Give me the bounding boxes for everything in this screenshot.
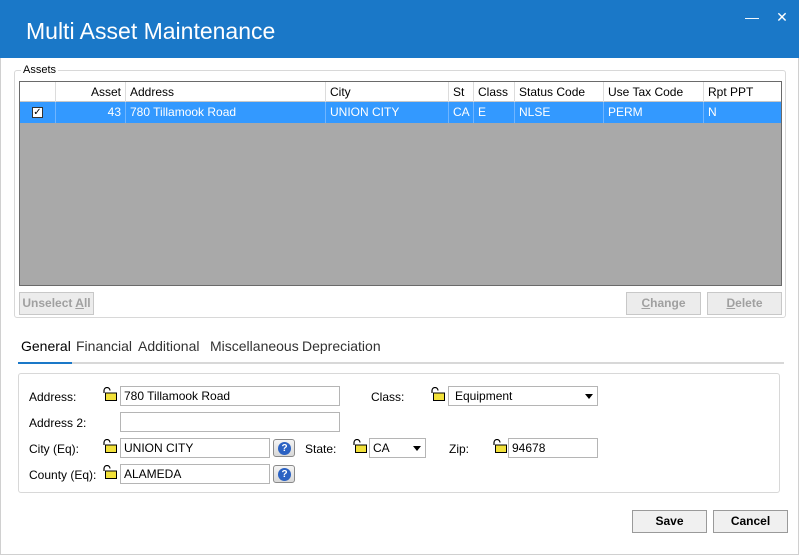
city-label: City (Eq):	[29, 442, 80, 456]
delete-button[interactable]: Delete	[707, 292, 782, 315]
unselect-all-label-accel: A	[75, 296, 84, 310]
cancel-button[interactable]: Cancel	[713, 510, 788, 533]
assets-grid[interactable]: Asset Address City St Class Status Code …	[19, 81, 782, 286]
lock-icon[interactable]	[351, 439, 367, 453]
class-select[interactable]: Equipment	[448, 386, 598, 406]
help-icon: ?	[278, 442, 291, 455]
county-input[interactable]: ALAMEDA	[120, 464, 270, 484]
lock-icon[interactable]	[491, 439, 507, 453]
state-select[interactable]: CA	[369, 438, 426, 458]
column-header-class[interactable]: Class	[474, 82, 515, 102]
zip-label: Zip:	[449, 442, 470, 456]
tab-miscellaneous[interactable]: Miscellaneous	[210, 338, 299, 354]
unselect-all-label-prefix: Unselect	[22, 296, 76, 310]
chevron-down-icon	[585, 394, 593, 399]
change-button[interactable]: Change	[626, 292, 701, 315]
address-label: Address:	[29, 390, 77, 404]
tab-strip: General Financial Additional Miscellaneo…	[18, 336, 784, 364]
cell-rpt-ppt: N	[708, 105, 717, 119]
column-header-asset[interactable]: Asset	[56, 82, 126, 102]
column-header-st[interactable]: St	[449, 82, 474, 102]
column-header-address[interactable]: Address	[126, 82, 326, 102]
help-icon: ?	[278, 468, 291, 481]
zip-input[interactable]: 94678	[508, 438, 598, 458]
cell-asset: 43	[56, 102, 126, 123]
county-label: County (Eq):	[29, 468, 97, 482]
chevron-down-icon	[413, 446, 421, 451]
county-help-button[interactable]: ?	[273, 465, 295, 483]
tab-general[interactable]: General	[21, 338, 71, 354]
cell-st: CA	[449, 102, 474, 123]
address2-label: Address 2:	[29, 416, 87, 430]
column-header-rpt-ppt[interactable]: Rpt PPT	[704, 82, 781, 102]
minimize-button[interactable]: —	[742, 8, 762, 26]
column-header-select[interactable]	[20, 82, 56, 102]
window-body: Assets Asset Address City St Class Statu…	[0, 58, 799, 555]
window-title: Multi Asset Maintenance	[26, 18, 276, 44]
tab-financial[interactable]: Financial	[76, 338, 132, 354]
row-select-cell: ✓	[20, 102, 56, 123]
unselect-all-label-suffix: ll	[83, 296, 91, 310]
unselect-all-button[interactable]: Unselect All	[19, 292, 94, 315]
state-select-value: CA	[373, 441, 390, 455]
change-label-accel: C	[641, 296, 651, 310]
grid-header: Asset Address City St Class Status Code …	[20, 82, 781, 102]
tab-additional[interactable]: Additional	[138, 338, 200, 354]
lock-icon[interactable]	[101, 465, 117, 479]
cell-address: 780 Tillamook Road	[126, 102, 326, 123]
close-button[interactable]: ✕	[772, 8, 792, 26]
column-header-status-code[interactable]: Status Code	[515, 82, 604, 102]
lock-icon[interactable]	[101, 439, 117, 453]
lock-icon[interactable]	[101, 387, 117, 401]
row-checkbox[interactable]: ✓	[32, 107, 43, 118]
column-header-asset-label: Asset	[90, 85, 121, 99]
general-panel: Address: 780 Tillamook Road Class: Equip…	[18, 373, 780, 493]
change-label-suffix: hange	[650, 296, 686, 310]
cell-class: E	[474, 102, 515, 123]
city-help-button[interactable]: ?	[273, 439, 295, 457]
assets-group-label: Assets	[21, 64, 59, 76]
class-label: Class:	[371, 390, 405, 404]
address-input[interactable]: 780 Tillamook Road	[120, 386, 340, 406]
assets-group: Assets Asset Address City St Class Statu…	[14, 64, 786, 318]
city-input[interactable]: UNION CITY	[120, 438, 270, 458]
delete-label-accel: D	[726, 296, 736, 310]
cell-use-tax-code: PERM	[604, 102, 704, 123]
cell-status-code: NLSE	[515, 102, 604, 123]
table-row[interactable]: ✓ 43 780 Tillamook Road UNION CITY CA E …	[20, 102, 781, 123]
title-bar: Multi Asset Maintenance — ✕	[0, 0, 799, 58]
class-select-value: Equipment	[455, 389, 513, 403]
column-header-city[interactable]: City	[326, 82, 449, 102]
lock-icon[interactable]	[429, 387, 445, 401]
cell-city: UNION CITY	[326, 102, 449, 123]
delete-label-suffix: elete	[735, 296, 763, 310]
save-button[interactable]: Save	[632, 510, 707, 533]
active-tab-indicator	[18, 362, 72, 364]
state-label: State:	[305, 442, 337, 456]
address2-input[interactable]	[120, 412, 340, 432]
tab-depreciation[interactable]: Depreciation	[302, 338, 381, 354]
column-header-use-tax-code[interactable]: Use Tax Code	[604, 82, 704, 102]
